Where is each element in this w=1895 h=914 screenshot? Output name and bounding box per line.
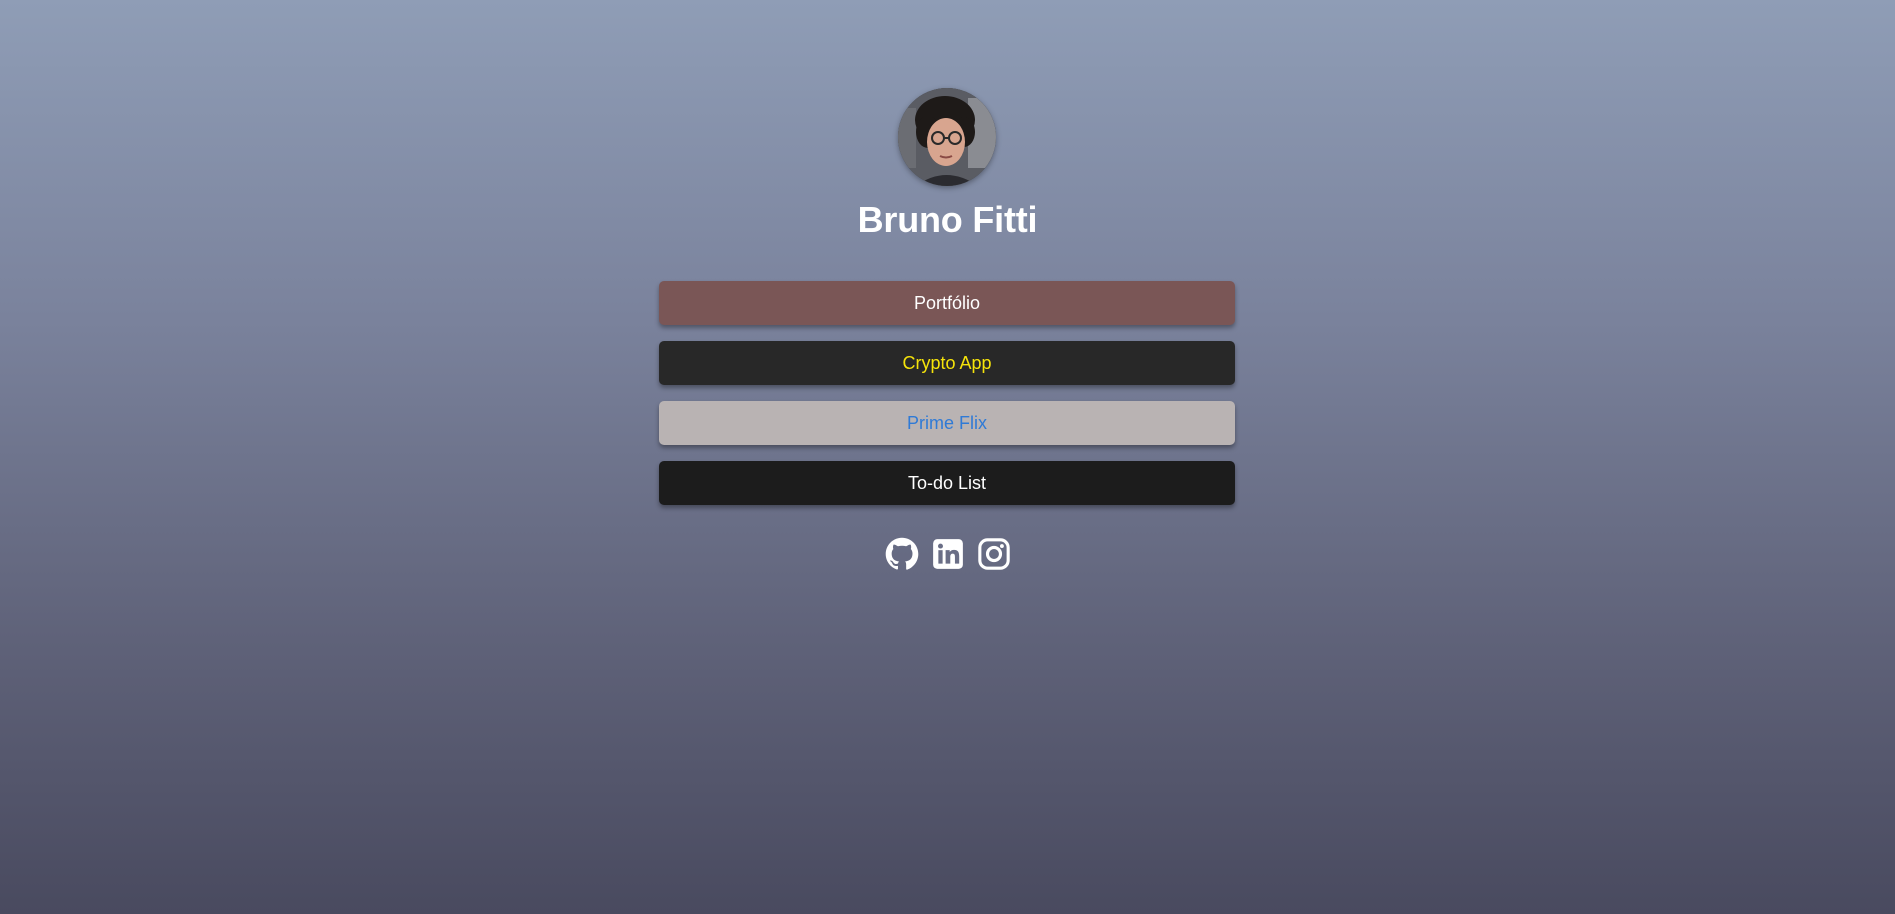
social-links [0, 537, 1895, 571]
link-label: Crypto App [902, 353, 992, 373]
link-label: To-do List [907, 473, 987, 493]
todo-list-link-button[interactable]: To-do List [659, 461, 1235, 505]
portfolio-link-button[interactable]: Portfólio [659, 281, 1235, 325]
linkedin-icon[interactable] [931, 537, 965, 571]
link-label: Portfólio [913, 293, 981, 313]
profile-page: Bruno Fitti Portfólio Crypto App Prime F… [0, 0, 1895, 914]
instagram-icon[interactable] [977, 537, 1011, 571]
profile-name: Bruno Fitti [857, 199, 1038, 240]
crypto-app-link-button[interactable]: Crypto App [659, 341, 1235, 385]
links-list: Portfólio Crypto App Prime Flix To-do Li… [659, 281, 1235, 521]
avatar [898, 88, 996, 186]
github-icon[interactable] [885, 537, 919, 571]
profile-photo [898, 88, 996, 186]
prime-flix-link-button[interactable]: Prime Flix [659, 401, 1235, 445]
link-label: Prime Flix [907, 413, 987, 433]
